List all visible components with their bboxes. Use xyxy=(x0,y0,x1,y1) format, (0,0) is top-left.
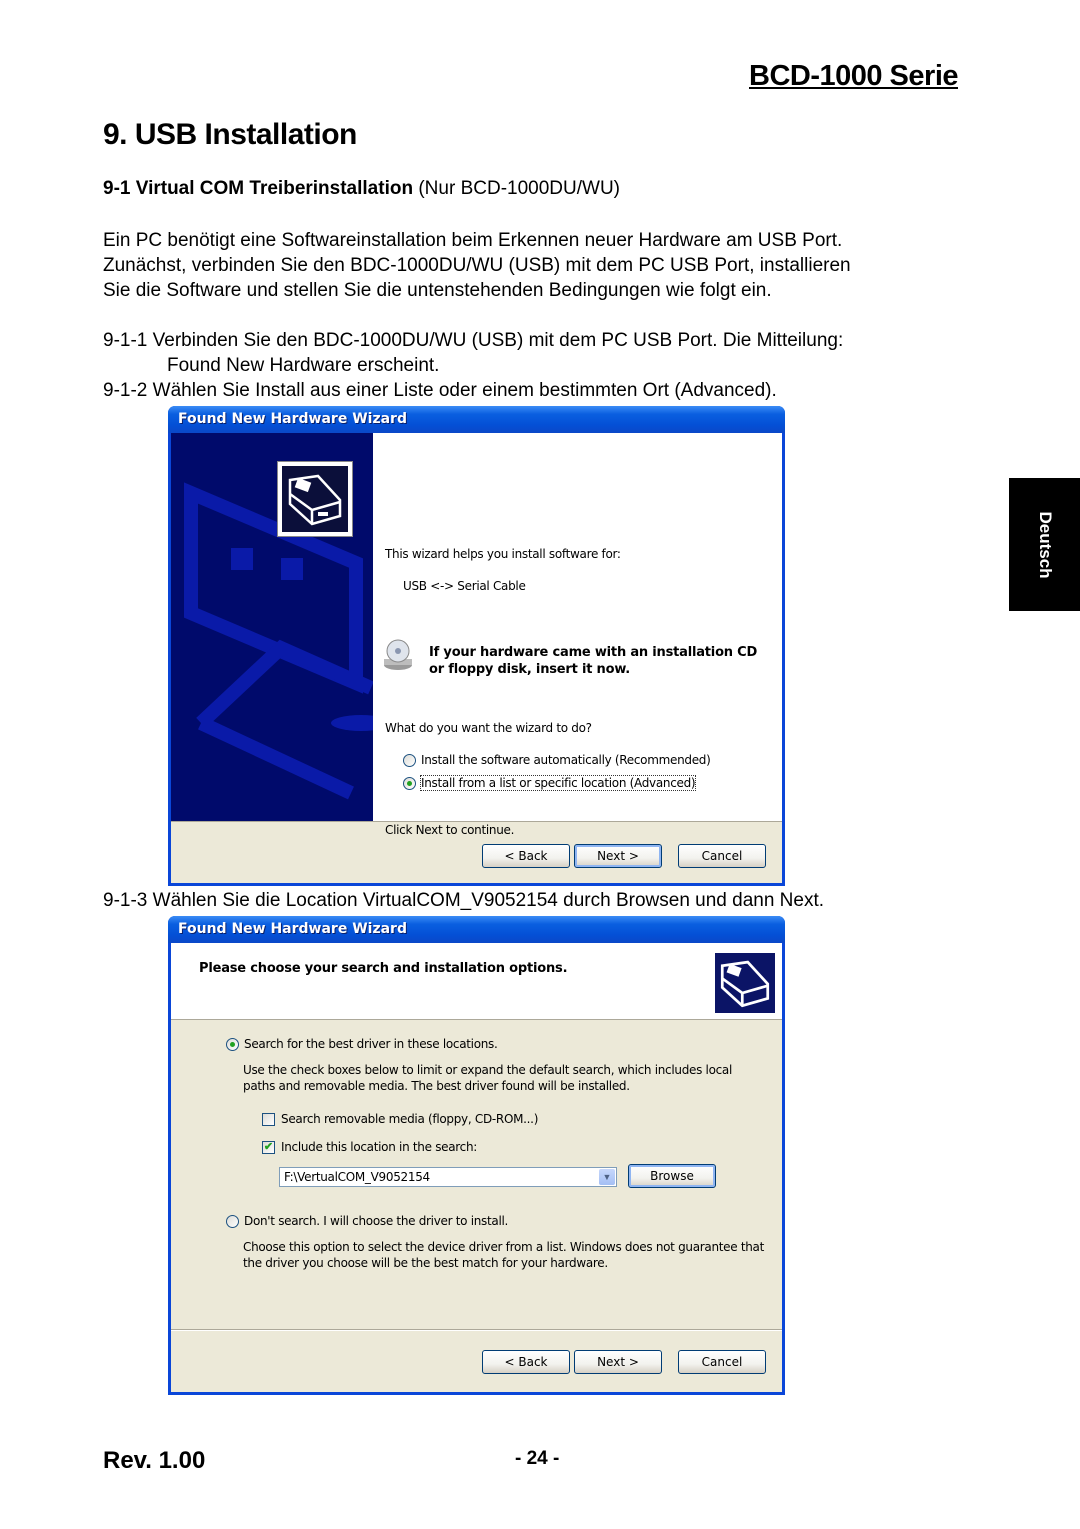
step-number: 9-1-2 xyxy=(103,380,148,401)
cd-notice-line1: If your hardware came with an installati… xyxy=(429,645,758,660)
step-9-1-2: 9-1-2 Wählen Sie Install aus einer Liste… xyxy=(103,378,983,403)
divider xyxy=(171,821,782,822)
language-tab: Deutsch xyxy=(1009,478,1080,611)
section-number: 9-1 xyxy=(103,178,131,199)
step-9-1-1: 9-1-1 Verbinden Sie den BDC-1000DU/WU (U… xyxy=(103,328,983,378)
location-value: F:\VertualCOM_V9052154 xyxy=(284,1170,430,1184)
divider xyxy=(171,1329,782,1331)
intro-line: Sie die Software und stellen Sie die unt… xyxy=(103,280,772,301)
series-title: BCD-1000 Serie xyxy=(749,60,959,92)
radio-label: Install the software automatically (Reco… xyxy=(421,753,711,767)
cd-notice-line2: or floppy disk, insert it now. xyxy=(429,662,631,677)
next-button[interactable]: Next > xyxy=(574,844,662,868)
section-title-bold: Virtual COM Treiberinstallation xyxy=(135,178,414,199)
section-title: 9-1 Virtual COM Treiberinstallation (Nur… xyxy=(103,178,620,200)
step-text: Verbinden Sie den BDC-1000DU/WU (USB) mi… xyxy=(152,330,844,351)
search-description: paths and removable media. The best driv… xyxy=(243,1079,630,1093)
wizard-dialog-1: Found New Hardware Wizard This wizard he… xyxy=(168,406,785,886)
wizard-dialog-2: Found New Hardware Wizard Please choose … xyxy=(168,916,785,1395)
chevron-down-icon[interactable]: ▼ xyxy=(599,1169,615,1185)
dialog-titlebar: Found New Hardware Wizard xyxy=(168,916,785,943)
cd-drive-icon xyxy=(384,639,412,670)
radio-label: Install from a list or specific location… xyxy=(419,775,697,791)
step-text: Wählen Sie die Location VirtualCOM_V9052… xyxy=(152,890,825,911)
checkbox-include-location[interactable]: ✔ xyxy=(262,1141,275,1154)
location-combobox[interactable]: F:\VertualCOM_V9052154 ▼ xyxy=(279,1167,617,1187)
revision: Rev. 1.00 xyxy=(103,1447,206,1474)
back-button[interactable]: < Back xyxy=(482,1350,570,1374)
checkbox-label: Include this location in the search: xyxy=(281,1140,478,1154)
dont-search-description: Choose this option to select the device … xyxy=(243,1240,765,1254)
wizard-banner xyxy=(171,433,373,821)
step-text: Wählen Sie Install aus einer Liste oder … xyxy=(152,380,777,401)
device-name: USB <-> Serial Cable xyxy=(403,579,526,593)
step-number: 9-1-1 xyxy=(103,330,148,351)
chapter-title: 9. USB Installation xyxy=(103,118,357,151)
next-button[interactable]: Next > xyxy=(574,1350,662,1374)
intro-line: Ein PC benötigt eine Softwareinstallatio… xyxy=(103,230,843,251)
intro-paragraph: Ein PC benötigt eine Softwareinstallatio… xyxy=(103,228,973,303)
dont-search-description: the driver you choose will be the best m… xyxy=(243,1256,608,1270)
step-9-1-3: 9-1-3 Wählen Sie die Location VirtualCOM… xyxy=(103,888,983,913)
checkbox-removable-media[interactable] xyxy=(262,1113,275,1126)
section-title-note: (Nur BCD-1000DU/WU) xyxy=(418,178,620,199)
checkbox-label: Search removable media (floppy, CD-ROM..… xyxy=(281,1112,539,1126)
browse-button[interactable]: Browse xyxy=(628,1164,716,1188)
wizard-content: This wizard helps you install software f… xyxy=(373,433,782,837)
step-text-cont: Found New Hardware erscheint. xyxy=(167,355,440,376)
radio-install-from-list[interactable] xyxy=(403,777,416,790)
hardware-icon xyxy=(715,953,775,1013)
radio-search-best-driver[interactable] xyxy=(226,1038,239,1051)
radio-install-automatically[interactable] xyxy=(403,754,416,767)
radio-label: Search for the best driver in these loca… xyxy=(244,1037,498,1051)
page-number: - 24 - xyxy=(515,1448,560,1469)
intro-line: Zunächst, verbinden Sie den BDC-1000DU/W… xyxy=(103,255,851,276)
back-button[interactable]: < Back xyxy=(482,844,570,868)
dialog-body: This wizard helps you install software f… xyxy=(171,433,782,883)
cancel-button[interactable]: Cancel xyxy=(678,844,766,868)
wizard-question: What do you want the wizard to do? xyxy=(385,721,592,735)
wizard-hint: Click Next to continue. xyxy=(385,823,515,837)
radio-dont-search[interactable] xyxy=(226,1215,239,1228)
cancel-button[interactable]: Cancel xyxy=(678,1350,766,1374)
search-description: Use the check boxes below to limit or ex… xyxy=(243,1063,733,1077)
dialog-titlebar: Found New Hardware Wizard xyxy=(168,406,785,433)
language-tab-label: Deutsch xyxy=(1035,510,1055,579)
step-number: 9-1-3 xyxy=(103,890,148,911)
wizard-intro: This wizard helps you install software f… xyxy=(385,547,621,561)
wizard-header: Please choose your search and installati… xyxy=(171,943,782,1020)
radio-label: Don't search. I will choose the driver t… xyxy=(244,1214,509,1228)
wizard-heading: Please choose your search and installati… xyxy=(199,961,568,976)
hardware-icon xyxy=(277,461,353,537)
dialog-body: Please choose your search and installati… xyxy=(171,943,782,1392)
